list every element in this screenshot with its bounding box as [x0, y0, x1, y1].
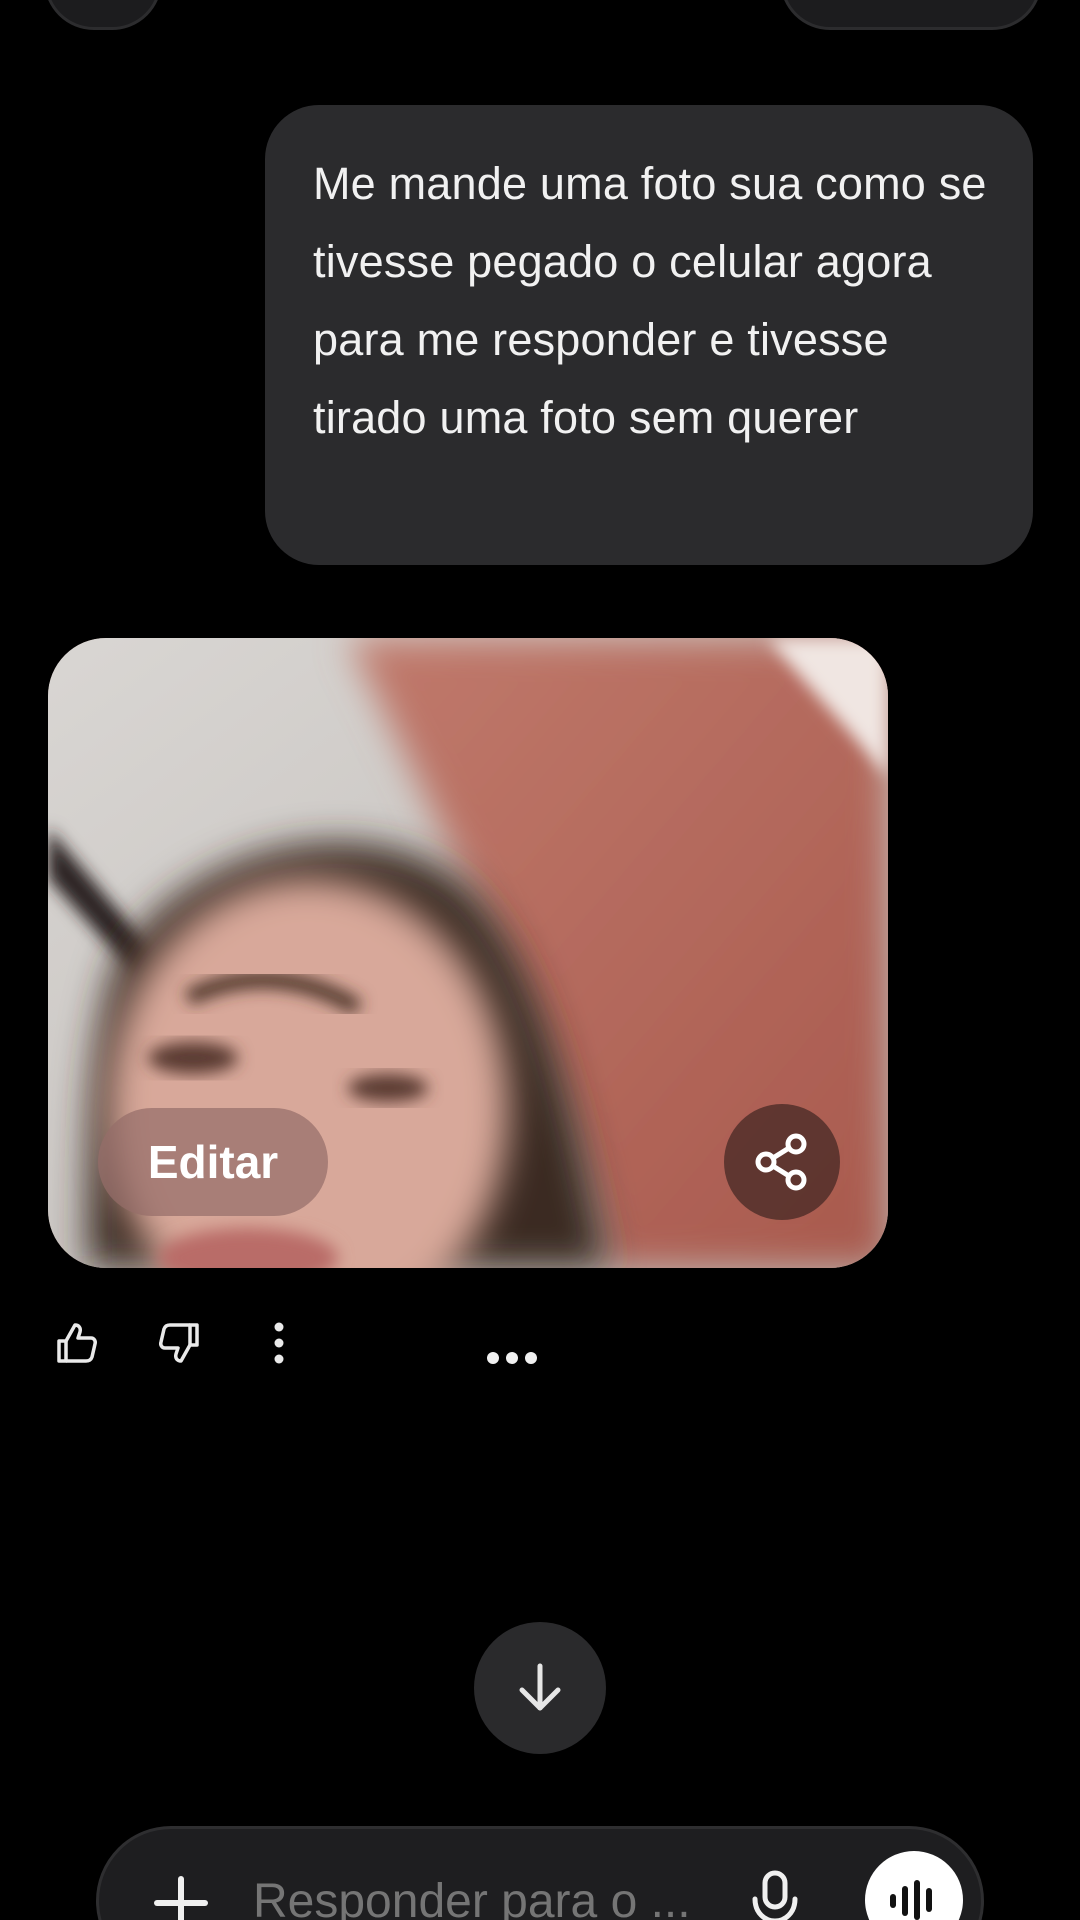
message-input[interactable] [253, 1865, 723, 1920]
scroll-to-bottom-button[interactable] [474, 1622, 606, 1754]
message-composer [96, 1826, 984, 1920]
user-message-text: Me mande uma foto sua como se tivesse pe… [313, 158, 987, 443]
thumbs-up-icon [57, 1323, 97, 1363]
add-attachment-button[interactable] [151, 1873, 211, 1920]
chat-screen: Me mande uma foto sua como se tivesse pe… [0, 0, 1080, 1920]
voice-mode-button[interactable] [865, 1851, 963, 1920]
more-options-button[interactable] [252, 1316, 306, 1370]
voice-waveform-icon [890, 1880, 932, 1920]
typing-indicator [487, 1352, 537, 1366]
top-left-control[interactable] [44, 0, 162, 30]
more-vertical-icon [274, 1322, 284, 1364]
microphone-icon [752, 1870, 798, 1920]
user-message-bubble: Me mande uma foto sua como se tivesse pe… [265, 105, 1033, 565]
thumbs-down-icon [159, 1323, 199, 1363]
response-actions [50, 1316, 570, 1376]
plus-icon [154, 1876, 208, 1920]
share-button[interactable] [724, 1104, 840, 1220]
share-icon [755, 1133, 807, 1191]
generated-photo-card[interactable]: Editar [48, 638, 888, 1268]
microphone-button[interactable] [747, 1869, 803, 1920]
dislike-button[interactable] [152, 1316, 206, 1370]
like-button[interactable] [50, 1316, 104, 1370]
top-right-control[interactable] [780, 0, 1042, 30]
edit-button[interactable]: Editar [98, 1108, 328, 1216]
arrow-down-icon [519, 1663, 561, 1711]
